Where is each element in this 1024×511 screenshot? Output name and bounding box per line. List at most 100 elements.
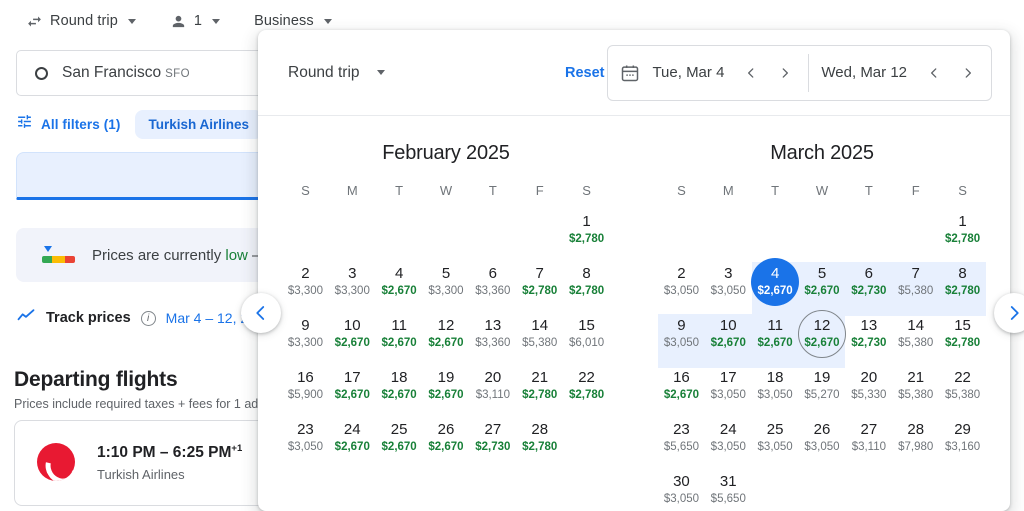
calendar-day[interactable]: 18 $3,050 <box>752 364 799 416</box>
calendar-day[interactable]: 29 $3,160 <box>939 416 986 468</box>
calendar-day[interactable]: 26 $3,050 <box>799 416 846 468</box>
departure-date-field[interactable]: Tue, Mar 4 <box>608 46 808 100</box>
calendar-day[interactable]: 15 $2,780 <box>939 312 986 364</box>
calendar-day[interactable]: 20 $5,330 <box>845 364 892 416</box>
calendar-day-price: $2,670 <box>428 441 464 453</box>
calendar-day[interactable]: 14 $5,380 <box>516 312 563 364</box>
calendar-day[interactable]: 22 $2,780 <box>563 364 610 416</box>
calendar-day-number: 5 <box>817 265 827 282</box>
trip-type-selector[interactable]: Round trip <box>18 4 144 38</box>
calendar-day-number: 26 <box>813 421 831 438</box>
calendar-day[interactable]: 7 $5,380 <box>892 260 939 312</box>
all-filters-button[interactable]: All filters (1) <box>16 113 121 135</box>
date-picker-trip-type-label: Round trip <box>288 63 360 81</box>
calendar-day[interactable]: 2 $3,050 <box>658 260 705 312</box>
track-prices-row[interactable]: Track prices i Mar 4 – 12, 20 <box>16 303 256 333</box>
calendar-day[interactable]: 9 $3,300 <box>282 312 329 364</box>
calendar-day[interactable]: 24 $3,050 <box>705 416 752 468</box>
calendar-day[interactable]: 28 $2,780 <box>516 416 563 468</box>
calendar-day[interactable]: 17 $2,670 <box>329 364 376 416</box>
calendar-day-empty <box>282 208 329 260</box>
calendar-day[interactable]: 16 $2,670 <box>658 364 705 416</box>
departure-prev-day-button[interactable] <box>740 62 762 84</box>
calendar-prev-month-button[interactable] <box>241 293 281 333</box>
calendar-day[interactable]: 26 $2,670 <box>423 416 470 468</box>
calendar-day-price: $2,670 <box>710 337 746 349</box>
airline-filter-chip[interactable]: Turkish Airlines <box>134 109 264 139</box>
date-picker-panel: Round trip Reset Tue, Mar 4 Wed, Mar 12 … <box>258 30 1010 511</box>
calendar-day[interactable]: 2 $3,300 <box>282 260 329 312</box>
calendar-day[interactable]: 13 $3,360 <box>469 312 516 364</box>
calendar-day[interactable]: 17 $3,050 <box>705 364 752 416</box>
calendar-day[interactable]: 19 $5,270 <box>799 364 846 416</box>
calendar-day[interactable]: 16 $5,900 <box>282 364 329 416</box>
origin-code: SFO <box>165 68 190 80</box>
date-picker-trip-type-selector[interactable]: Round trip <box>288 64 385 82</box>
calendar-day-price: $2,780 <box>522 441 558 453</box>
calendar-day[interactable]: 28 $7,980 <box>892 416 939 468</box>
calendar-day-selected[interactable]: 4 $2,670 <box>751 258 800 312</box>
calendar-day[interactable]: 20 $3,110 <box>469 364 516 416</box>
calendar-day[interactable]: 12 $2,670 <box>423 312 470 364</box>
calendar-day[interactable]: 1 $2,780 <box>563 208 610 260</box>
calendar-months: February 2025 S M T W T F S 1 $2,780 2 $3,300 3 $3,30… <box>258 116 1010 511</box>
calendar-day[interactable]: 8 $2,780 <box>563 260 610 312</box>
calendar-day[interactable]: 15 $6,010 <box>563 312 610 364</box>
calendar-day[interactable]: 4 $2,670 <box>376 260 423 312</box>
calendar-day[interactable]: 27 $2,730 <box>469 416 516 468</box>
calendar-day-price: $5,900 <box>287 389 324 401</box>
calendar-day[interactable]: 1 $2,780 <box>939 208 986 260</box>
calendar-day[interactable]: 31 $5,650 <box>705 468 752 511</box>
calendar-week-row: 9 $3,050 10 $2,670 11 $2,670 12 $2,670 13 $2,730 1… <box>658 310 986 368</box>
calendar-day[interactable]: 23 $3,050 <box>282 416 329 468</box>
calendar-day[interactable]: 7 $2,780 <box>516 260 563 312</box>
departure-next-day-button[interactable] <box>774 62 796 84</box>
return-next-day-button[interactable] <box>957 62 979 84</box>
calendar-day-number: 25 <box>390 421 408 438</box>
calendar-day[interactable]: 5 $3,300 <box>423 260 470 312</box>
calendar-day[interactable]: 27 $3,110 <box>845 416 892 468</box>
calendar-day[interactable]: 25 $3,050 <box>752 416 799 468</box>
calendar-day[interactable]: 25 $2,670 <box>376 416 423 468</box>
calendar-day[interactable]: 10 $2,670 <box>705 312 752 364</box>
day-of-week-label: T <box>488 183 497 198</box>
calendar-day[interactable]: 21 $5,380 <box>892 364 939 416</box>
calendar-day-return[interactable]: 12 $2,670 <box>797 310 846 364</box>
calendar-day[interactable]: 13 $2,730 <box>845 312 892 364</box>
calendar-day[interactable]: 18 $2,670 <box>376 364 423 416</box>
calendar-day[interactable]: 30 $3,050 <box>658 468 705 511</box>
calendar-day[interactable]: 23 $5,650 <box>658 416 705 468</box>
calendar-day[interactable]: 14 $5,380 <box>892 312 939 364</box>
calendar-day[interactable]: 21 $2,780 <box>516 364 563 416</box>
calendar-day-price: $5,380 <box>898 337 934 349</box>
track-prices-label: Track prices <box>46 310 131 326</box>
calendar-day[interactable]: 10 $2,670 <box>329 312 376 364</box>
calendar-day[interactable]: 6 $2,730 <box>845 260 892 312</box>
calendar-day[interactable]: 11 $2,670 <box>376 312 423 364</box>
calendar-day-price: $3,050 <box>663 285 700 297</box>
calendar-day[interactable]: 19 $2,670 <box>423 364 470 416</box>
return-prev-day-button[interactable] <box>923 62 945 84</box>
calendar-day[interactable]: 8 $2,780 <box>939 260 986 312</box>
calendar-day[interactable]: 9 $3,050 <box>658 312 705 364</box>
calendar-day[interactable]: 6 $3,360 <box>469 260 516 312</box>
return-date-field[interactable]: Wed, Mar 12 <box>809 46 991 100</box>
calendar-day-empty <box>469 208 516 260</box>
calendar-day[interactable]: 3 $3,050 <box>705 260 752 312</box>
reset-button[interactable]: Reset <box>565 65 605 81</box>
calendar-day[interactable]: 11 $2,670 <box>752 312 799 364</box>
passengers-selector[interactable]: 1 <box>162 4 228 38</box>
calendar-day-price: $6,010 <box>568 337 605 349</box>
calendar-week-row: 16 $2,670 17 $3,050 18 $3,050 19 $5,270 20 $5,330… <box>658 364 986 416</box>
calendar-day-number: 26 <box>437 421 455 438</box>
calendar-day[interactable]: 3 $3,300 <box>329 260 376 312</box>
info-icon[interactable]: i <box>140 310 156 326</box>
calendar-day-price: $2,670 <box>334 337 370 349</box>
calendar-day-price: $3,110 <box>851 441 887 453</box>
trip-type-label: Round trip <box>50 13 118 29</box>
calendar-day-empty <box>658 208 705 260</box>
calendar-day[interactable]: 24 $2,670 <box>329 416 376 468</box>
calendar-day[interactable]: 5 $2,670 <box>799 260 846 312</box>
calendar-day[interactable]: 22 $5,380 <box>939 364 986 416</box>
day-of-week-label: T <box>864 183 873 198</box>
